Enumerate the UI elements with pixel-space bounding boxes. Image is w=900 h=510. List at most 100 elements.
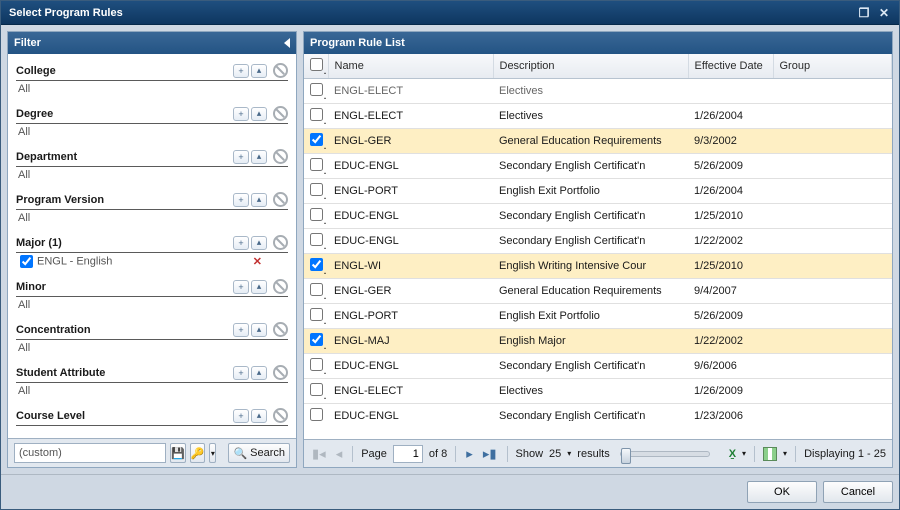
filter-group: Major (1)+▴ENGL - English✕ bbox=[16, 232, 288, 272]
table-row[interactable]: EDUC-ENGLSecondary English Certificat'n1… bbox=[304, 204, 892, 229]
table-row[interactable]: EDUC-ENGLSecondary English Certificat'n5… bbox=[304, 154, 892, 179]
clear-filter-icon[interactable] bbox=[273, 149, 288, 164]
add-filter-icon[interactable]: + bbox=[233, 193, 249, 207]
add-filter-icon[interactable]: + bbox=[233, 366, 249, 380]
add-filter-icon[interactable]: + bbox=[233, 150, 249, 164]
expand-filter-icon[interactable]: ▴ bbox=[251, 193, 267, 207]
clear-filter-icon[interactable] bbox=[273, 106, 288, 121]
table-row[interactable]: ENGL-WIEnglish Writing Intensive Cour1/2… bbox=[304, 254, 892, 279]
table-row[interactable]: ENGL-ELECTElectives1/26/2004 bbox=[304, 104, 892, 129]
table-row[interactable]: ENGL-PORTEnglish Exit Portfolio5/26/2009 bbox=[304, 304, 892, 329]
cell-effective-date bbox=[688, 79, 773, 104]
row-checkbox[interactable] bbox=[310, 383, 323, 396]
row-checkbox[interactable] bbox=[310, 408, 323, 421]
clear-filter-icon[interactable] bbox=[273, 322, 288, 337]
column-header-effective-date[interactable]: Effective Date bbox=[688, 54, 773, 79]
cell-group bbox=[773, 379, 892, 404]
filter-scroll-area[interactable]: College+▴AllDegree+▴AllDepartment+▴AllPr… bbox=[8, 54, 296, 438]
filter-preset-input[interactable] bbox=[14, 443, 166, 463]
results-slider[interactable] bbox=[620, 451, 710, 457]
expand-filter-icon[interactable]: ▴ bbox=[251, 323, 267, 337]
row-checkbox[interactable] bbox=[310, 358, 323, 371]
column-header-checkbox[interactable] bbox=[304, 54, 328, 79]
page-input[interactable] bbox=[393, 445, 423, 463]
row-checkbox[interactable] bbox=[310, 83, 323, 96]
page-size-value[interactable]: 25 bbox=[549, 448, 561, 460]
table-row[interactable]: EDUC-ENGLSecondary English Certificat'n1… bbox=[304, 404, 892, 422]
cell-name: EDUC-ENGL bbox=[328, 229, 493, 254]
expand-filter-icon[interactable]: ▴ bbox=[251, 150, 267, 164]
expand-filter-icon[interactable]: ▴ bbox=[251, 366, 267, 380]
table-row[interactable]: ENGL-ELECTElectives bbox=[304, 79, 892, 104]
row-checkbox[interactable] bbox=[310, 133, 323, 146]
clear-filter-icon[interactable] bbox=[273, 63, 288, 78]
dialog-footer: OK Cancel bbox=[1, 474, 899, 509]
add-filter-icon[interactable]: + bbox=[233, 107, 249, 121]
table-row[interactable]: EDUC-ENGLSecondary English Certificat'n1… bbox=[304, 229, 892, 254]
prev-page-icon[interactable]: ◂ bbox=[334, 446, 345, 462]
remove-filter-icon[interactable]: ✕ bbox=[253, 255, 288, 268]
column-header-name[interactable]: Name bbox=[328, 54, 493, 79]
row-checkbox[interactable] bbox=[310, 258, 323, 271]
column-header-description[interactable]: Description bbox=[493, 54, 688, 79]
clear-filter-icon[interactable] bbox=[273, 279, 288, 294]
filter-value-checkbox[interactable] bbox=[20, 255, 33, 268]
cell-group bbox=[773, 404, 892, 422]
maximize-icon[interactable]: ❐ bbox=[857, 6, 871, 20]
expand-filter-icon[interactable]: ▴ bbox=[251, 236, 267, 250]
close-icon[interactable]: ✕ bbox=[877, 6, 891, 20]
row-checkbox[interactable] bbox=[310, 183, 323, 196]
open-preset-icon[interactable]: 🔑 bbox=[190, 443, 206, 463]
select-all-checkbox[interactable] bbox=[310, 58, 323, 71]
table-row[interactable]: ENGL-ELECTElectives1/26/2009 bbox=[304, 379, 892, 404]
cell-name: EDUC-ENGL bbox=[328, 404, 493, 422]
search-button[interactable]: 🔍 Search bbox=[228, 443, 290, 463]
clear-filter-icon[interactable] bbox=[273, 235, 288, 250]
next-page-icon[interactable]: ▸ bbox=[464, 446, 475, 462]
last-page-icon[interactable]: ▸▮ bbox=[481, 446, 499, 462]
export-excel-icon[interactable]: X̱ bbox=[729, 448, 736, 460]
table-row[interactable]: ENGL-GERGeneral Education Requirements9/… bbox=[304, 279, 892, 304]
filter-value-text: All bbox=[18, 83, 30, 95]
table-row[interactable]: EDUC-ENGLSecondary English Certificat'n9… bbox=[304, 354, 892, 379]
row-checkbox[interactable] bbox=[310, 108, 323, 121]
cancel-button[interactable]: Cancel bbox=[823, 481, 893, 503]
row-checkbox[interactable] bbox=[310, 158, 323, 171]
collapse-panel-icon[interactable] bbox=[284, 38, 290, 48]
ok-button[interactable]: OK bbox=[747, 481, 817, 503]
row-checkbox[interactable] bbox=[310, 308, 323, 321]
columns-icon[interactable] bbox=[763, 447, 777, 461]
preset-menu-icon[interactable]: ▾ bbox=[209, 443, 216, 463]
page-size-menu-icon[interactable]: ▾ bbox=[567, 449, 571, 458]
add-filter-icon[interactable]: + bbox=[233, 280, 249, 294]
row-checkbox[interactable] bbox=[310, 333, 323, 346]
clear-filter-icon[interactable] bbox=[273, 365, 288, 380]
add-filter-icon[interactable]: + bbox=[233, 64, 249, 78]
first-page-icon[interactable]: ▮◂ bbox=[310, 446, 328, 462]
table-row[interactable]: ENGL-PORTEnglish Exit Portfolio1/26/2004 bbox=[304, 179, 892, 204]
cell-name: ENGL-ELECT bbox=[328, 104, 493, 129]
row-checkbox[interactable] bbox=[310, 283, 323, 296]
expand-filter-icon[interactable]: ▴ bbox=[251, 64, 267, 78]
expand-filter-icon[interactable]: ▴ bbox=[251, 409, 267, 423]
clear-filter-icon[interactable] bbox=[273, 408, 288, 423]
table-row[interactable]: ENGL-GERGeneral Education Requirements9/… bbox=[304, 129, 892, 154]
filter-group-buttons: +▴ bbox=[233, 365, 288, 380]
column-header-group[interactable]: Group bbox=[773, 54, 892, 79]
row-checkbox[interactable] bbox=[310, 208, 323, 221]
add-filter-icon[interactable]: + bbox=[233, 323, 249, 337]
save-preset-icon[interactable]: 💾 bbox=[170, 443, 186, 463]
filter-group: Department+▴All bbox=[16, 146, 288, 185]
columns-menu-icon[interactable]: ▾ bbox=[783, 449, 787, 458]
table-row[interactable]: ENGL-MAJEnglish Major1/22/2002 bbox=[304, 329, 892, 354]
expand-filter-icon[interactable]: ▴ bbox=[251, 107, 267, 121]
expand-filter-icon[interactable]: ▴ bbox=[251, 280, 267, 294]
row-checkbox[interactable] bbox=[310, 233, 323, 246]
export-menu-icon[interactable]: ▾ bbox=[742, 449, 746, 458]
horizontal-scrollbar[interactable] bbox=[304, 421, 892, 439]
clear-filter-icon[interactable] bbox=[273, 192, 288, 207]
filter-group: Degree+▴All bbox=[16, 103, 288, 142]
table-scroll-area[interactable]: Name Description Effective Date Group EN… bbox=[304, 54, 892, 421]
add-filter-icon[interactable]: + bbox=[233, 236, 249, 250]
add-filter-icon[interactable]: + bbox=[233, 409, 249, 423]
